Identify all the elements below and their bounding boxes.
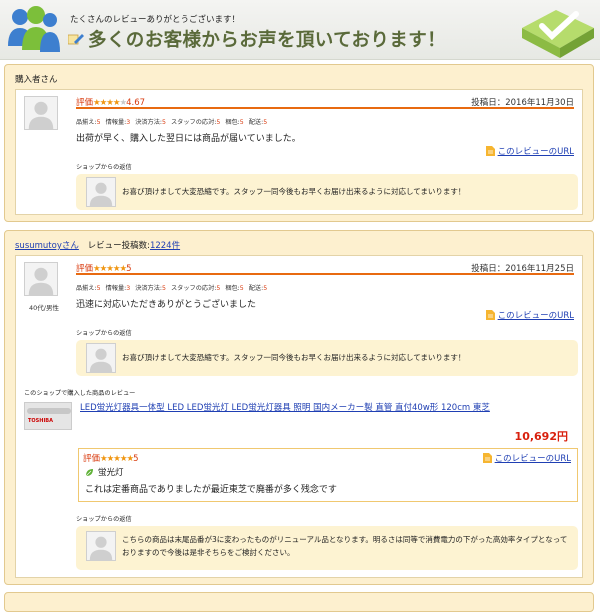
rating-score: 4.67 (126, 98, 146, 108)
review-count-label: レビュー投稿数: (87, 241, 150, 251)
product-name-link[interactable]: LED蛍光灯器具一体型 LED LED蛍光灯 LED蛍光灯器具 照明 国内メーカ… (80, 403, 572, 414)
review-inner: 40代/男性 評価★★★★★5 投稿日：2016年11月25日 品揃え:5 情報量… (15, 255, 583, 578)
review-card (4, 592, 594, 612)
rating-label: 評価 (76, 264, 94, 274)
product-review: 評価★★★★★5 このレビューのURL 蛍光灯 これは定番商品でありましたが最近… (78, 448, 578, 502)
leaf-icon (85, 469, 93, 477)
rating-label: 評価 (76, 98, 94, 108)
reviewer-header: susumutoyさん レビュー投稿数:1224件 (15, 239, 180, 251)
user-silhouette-icon (89, 536, 113, 560)
shop-reply-label: ショップからの返信 (76, 164, 132, 171)
shop-reply: お喜び頂けまして大変恐縮です。スタッフ一同今後もお早くお届け出来るように対応して… (76, 340, 578, 376)
product-rating-score: 5 (133, 454, 139, 464)
product-image-brand: TOSHIBA (28, 418, 53, 424)
user-silhouette-icon (28, 101, 54, 129)
review-url-link[interactable]: このレビューのURL (485, 145, 574, 157)
banner-subtitle: たくさんのレビューありがとうございます！ (70, 15, 241, 25)
avatar (24, 262, 58, 296)
review-body: 出荷が早く、購入した翌日には商品が届いていました。 (76, 134, 301, 144)
shop-reply-label: ショップからの返信 (76, 330, 132, 337)
post-date: 投稿日：2016年11月25日 (471, 264, 574, 274)
reviewer-name: 購入者さん (15, 75, 58, 85)
product-rating-label: 評価 (83, 454, 101, 464)
product-shop-reply-label: ショップからの返信 (76, 516, 132, 523)
product-image[interactable]: TOSHIBA (24, 402, 72, 430)
star-rating: ★★★★★ (93, 264, 127, 274)
product-tag: 蛍光灯 (98, 468, 124, 478)
product-shop-reply: こちらの商品は末尾品番が3に変わったものがリニューアル品となります。明るさは同等… (76, 526, 578, 570)
reviewer-name-link[interactable]: susumutoyさん (15, 241, 79, 251)
product-star-rating: ★★★★★ (100, 454, 134, 464)
checkbox-icon (522, 10, 594, 58)
review-url-label[interactable]: このレビューのURL (498, 309, 574, 321)
sub-ratings: 品揃え:5 情報量:3 決済方法:5 スタッフの応対:5 梱包:5 配送:5 (76, 285, 268, 292)
review-url-label[interactable]: このレビューのURL (498, 145, 574, 157)
memo-pencil-icon (68, 34, 84, 45)
post-date: 投稿日：2016年11月30日 (471, 98, 574, 108)
product-review-url-link[interactable]: このレビューのURL (482, 452, 571, 464)
review-body: 迅速に対応いただきありがとうございました (76, 300, 257, 310)
rating-row: 評価★★★★★4.67 投稿日：2016年11月30日 (76, 96, 574, 109)
user-silhouette-icon (28, 267, 54, 295)
banner: たくさんのレビューありがとうございます！ 多くのお客様からお声を頂いております！ (0, 0, 600, 60)
user-silhouette-icon (89, 182, 113, 206)
document-icon (482, 453, 492, 463)
sub-ratings: 品揃え:5 情報量:3 決済方法:5 スタッフの応対:5 梱包:5 配送:5 (76, 119, 268, 126)
product-review-url-label[interactable]: このレビューのURL (495, 452, 571, 464)
shop-avatar (86, 177, 116, 207)
product-review-body: これは定番商品でありましたが最近東芝で廃番が多く残念です (85, 485, 337, 495)
review-card: susumutoyさん レビュー投稿数:1224件 40代/男性 評価★★★★★… (4, 230, 594, 585)
review-card: 購入者さん 評価★★★★★4.67 投稿日：2016年11月30日 品揃え:5 情… (4, 64, 594, 222)
shop-reply: お喜び頂けまして大変恐縮です。スタッフ一同今後もお早くお届け出来るように対応して… (76, 174, 578, 210)
document-icon (485, 146, 495, 156)
customers-icon (8, 6, 60, 52)
shop-reply-text: お喜び頂けまして大変恐縮です。スタッフ一同今後もお早くお届け出来るように対応して… (122, 353, 466, 362)
product-shop-reply-text: こちらの商品は末尾品番が3に変わったものがリニューアル品となります。明るさは同等… (122, 535, 568, 557)
avatar (24, 96, 58, 130)
shop-avatar (86, 531, 116, 561)
review-count-link[interactable]: 1224件 (150, 241, 180, 251)
shop-reply-text: お喜び頂けまして大変恐縮です。スタッフ一同今後もお早くお届け出来るように対応して… (122, 187, 466, 196)
product-review-header: このショップで購入した商品のレビュー (24, 390, 136, 397)
reviewer-demographic: 40代/男性 (29, 304, 59, 312)
rating-row: 評価★★★★★5 投稿日：2016年11月25日 (76, 262, 574, 275)
shop-avatar (86, 343, 116, 373)
banner-title: 多くのお客様からお声を頂いております！ (88, 30, 446, 51)
review-inner: 評価★★★★★4.67 投稿日：2016年11月30日 品揃え:5 情報量:3 決済… (15, 89, 583, 215)
user-silhouette-icon (89, 348, 113, 372)
rating-score: 5 (126, 264, 132, 274)
review-url-link[interactable]: このレビューのURL (485, 309, 574, 321)
star-rating: ★★★★★ (93, 98, 127, 108)
product-price: 10,692円 (514, 430, 568, 443)
document-icon (485, 310, 495, 320)
